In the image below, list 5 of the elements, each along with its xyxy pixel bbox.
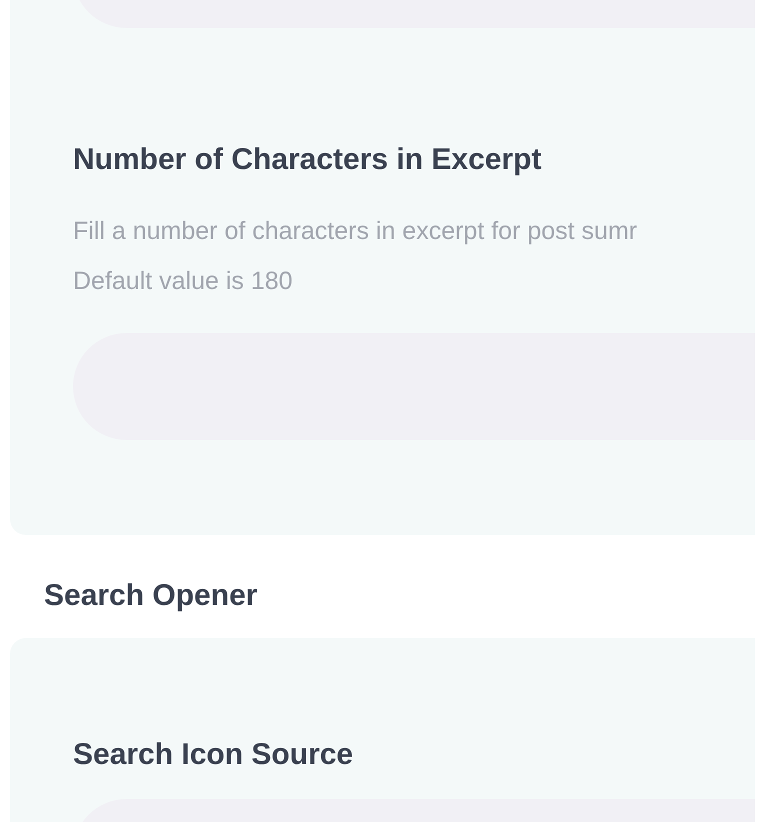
setting-description: Fill a number of characters in excerpt for post sumr [73,216,638,247]
setting-description: Default value is 180 [73,266,294,297]
section-heading: Search Opener [44,579,258,613]
setting-title: Search Icon Source [73,738,354,772]
setting-title: Number of Characters in Excerpt [73,143,542,177]
